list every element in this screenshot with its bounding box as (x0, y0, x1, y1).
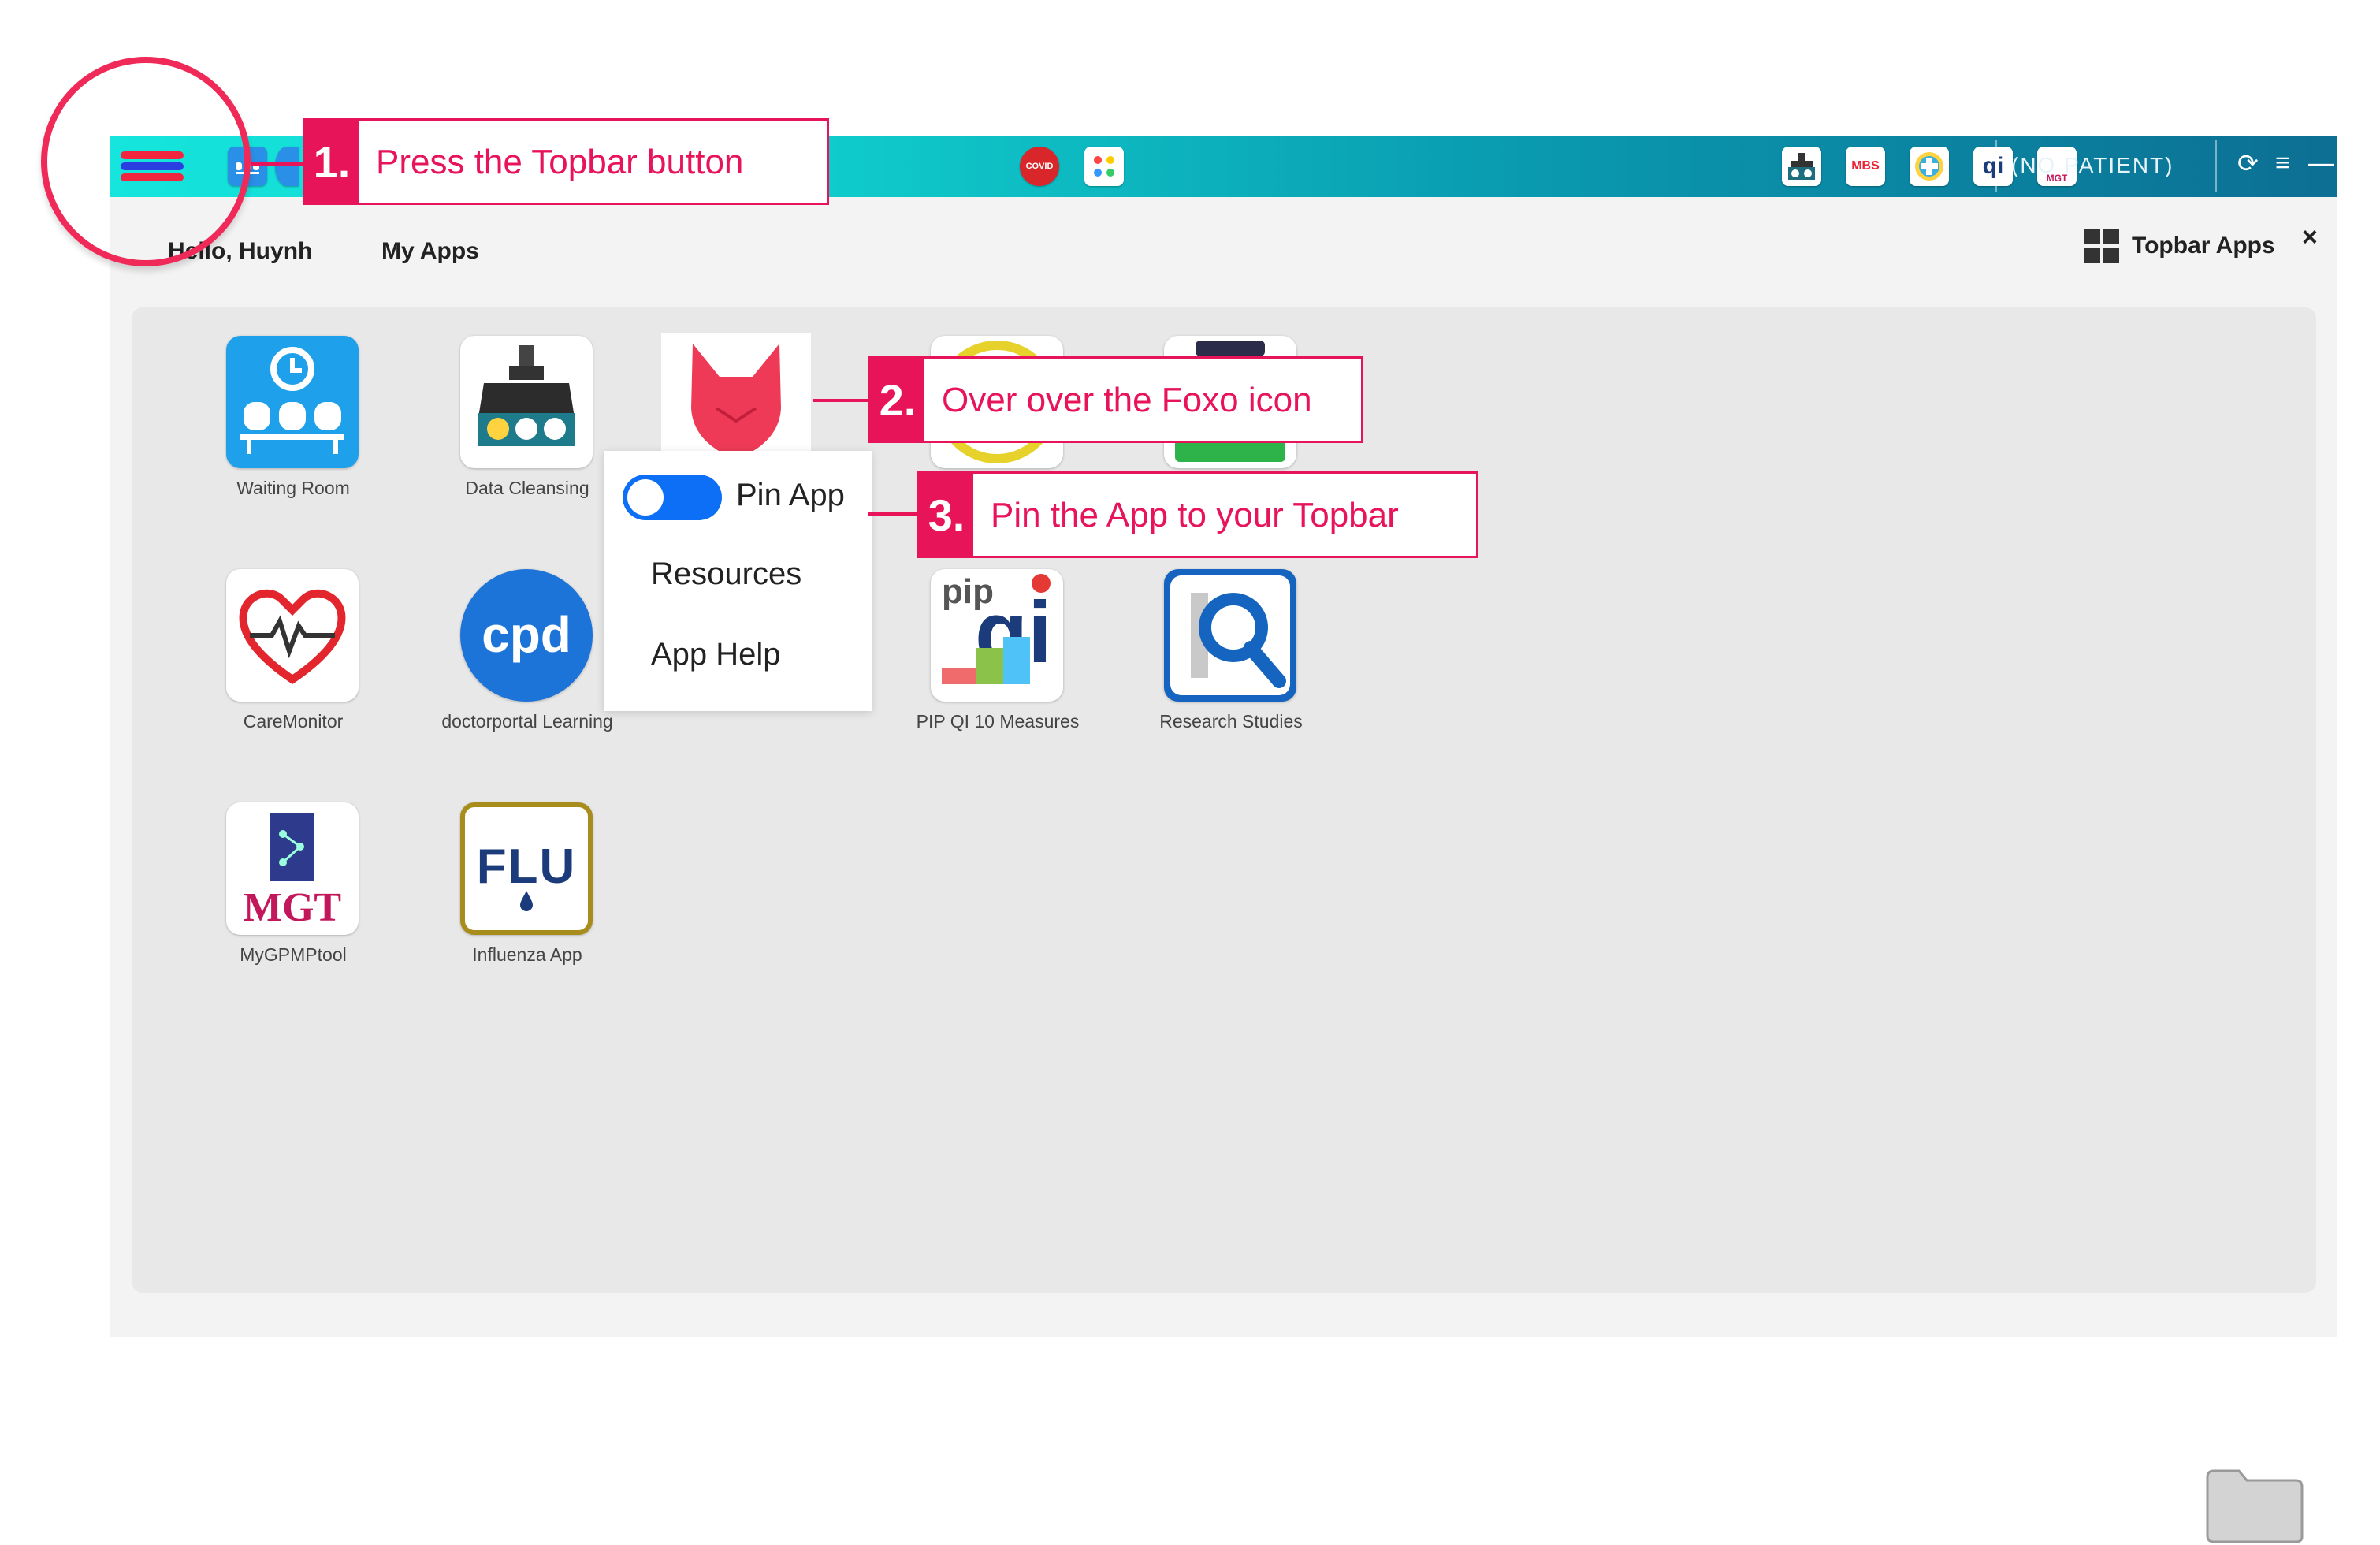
apps-panel: Waiting Room Data Cleansing C CareMonito… (132, 307, 2316, 1543)
app-tile-research[interactable]: Research Studies (1126, 569, 1315, 766)
app-tile-waiting-room[interactable]: Waiting Room (188, 336, 377, 533)
qi-label: qi (1982, 153, 2004, 179)
app-label: doctorportal Learning (441, 711, 613, 732)
care-monitor-icon (226, 569, 359, 702)
foxo-icon (691, 344, 781, 459)
waiting-room-icon (226, 336, 359, 468)
app-tile-doctorportal[interactable]: cpd doctorportal Learning (422, 569, 613, 766)
bar-red (942, 668, 976, 684)
covid-icon[interactable]: COVID (1020, 147, 1059, 186)
app-label: PIP QI 10 Measures (916, 711, 1080, 732)
app-tile-data-cleansing[interactable]: Data Cleansing (422, 336, 612, 533)
mgt-icon: MGT (226, 802, 359, 935)
research-icon (1164, 569, 1296, 702)
app-label: Influenza App (472, 944, 582, 965)
topbar-divider (1995, 140, 1997, 192)
folder-icon[interactable] (2204, 1466, 2305, 1545)
data-cleansing-icon (460, 336, 593, 468)
callout-text: Pin the App to your Topbar (991, 496, 1399, 534)
tab-my-apps[interactable]: My Apps (381, 238, 479, 265)
bar-blue (1003, 637, 1030, 684)
tab-topbar-apps[interactable]: Topbar Apps (2084, 229, 2275, 263)
covid-label: COVID (1025, 162, 1054, 171)
topbar-apps-label: Topbar Apps (2132, 233, 2275, 259)
menu-item-resources[interactable]: Resources (651, 557, 801, 592)
refresh-icon[interactable]: ⟳ (2237, 148, 2259, 178)
app-tile-foxo[interactable] (661, 333, 811, 465)
pip-qi-icon: pip qi (931, 569, 1063, 702)
mbs-label: MBS (1851, 159, 1880, 173)
app-window: COVID MBS qi MGT (NO PATIENT) ⟳ ≡ — Hell… (110, 136, 2337, 1543)
callout-step-3: 3. Pin the App to your Topbar (917, 471, 1478, 558)
app-tile-influenza[interactable]: FLU Influenza App (422, 802, 612, 1000)
callout-text: Over over the Foxo icon (942, 381, 1312, 419)
red-dot (1032, 574, 1051, 593)
flu-text: FLU (476, 840, 577, 894)
app-label: Research Studies (1159, 711, 1303, 732)
patient-indicator[interactable]: (NO PATIENT) (2011, 153, 2174, 178)
medical-cross-icon[interactable] (1910, 147, 1949, 186)
dots-icon[interactable] (1084, 147, 1124, 186)
callout-step-1: 1. Press the Topbar button (303, 118, 829, 205)
callout-leader (813, 399, 868, 402)
app-context-menu: Pin App Resources App Help (604, 451, 872, 711)
cpd-icon: cpd (460, 569, 593, 702)
callout-text: Press the Topbar button (376, 143, 744, 181)
callout-step-2: 2. Over over the Foxo icon (868, 356, 1363, 443)
callout-number: 3. (920, 474, 973, 556)
topbar-divider (2215, 140, 2217, 192)
partial-icon[interactable] (275, 147, 299, 186)
close-icon[interactable]: × (2302, 222, 2318, 253)
grid-icon (2084, 229, 2119, 263)
flu-icon: FLU (460, 802, 593, 935)
app-label: MyGPMPtool (240, 944, 347, 965)
bar-green (976, 648, 1003, 684)
app-label: Waiting Room (236, 478, 350, 498)
toggle-knob (627, 479, 664, 516)
pip-qi-icon[interactable]: qi (1973, 147, 2013, 186)
menu-icon[interactable]: ≡ (2275, 148, 2290, 177)
app-tile-care-monitor[interactable]: CareMonitor (188, 569, 377, 766)
highlight-circle (41, 57, 251, 266)
data-cleansing-icon[interactable] (1782, 147, 1821, 186)
minimize-icon[interactable]: — (2308, 148, 2334, 177)
cpd-text: cpd (482, 606, 571, 663)
pin-app-toggle[interactable] (623, 475, 722, 520)
app-label: Data Cleansing (465, 478, 589, 498)
app-tile-pip-qi[interactable]: pip qi PIP QI 10 Measures (893, 569, 1082, 766)
callout-number: 1. (305, 121, 359, 203)
app-tile-mygpmptool[interactable]: MGT MyGPMPtool (188, 802, 377, 1000)
callout-leader (868, 512, 920, 516)
mbs-icon[interactable]: MBS (1846, 147, 1885, 186)
callout-number: 2. (871, 359, 924, 441)
mgt-text: MGT (243, 885, 342, 930)
app-label: CareMonitor (243, 711, 344, 732)
menu-item-pin-app[interactable]: Pin App (736, 478, 845, 513)
menu-item-app-help[interactable]: App Help (651, 637, 781, 672)
callout-leader (251, 162, 303, 166)
